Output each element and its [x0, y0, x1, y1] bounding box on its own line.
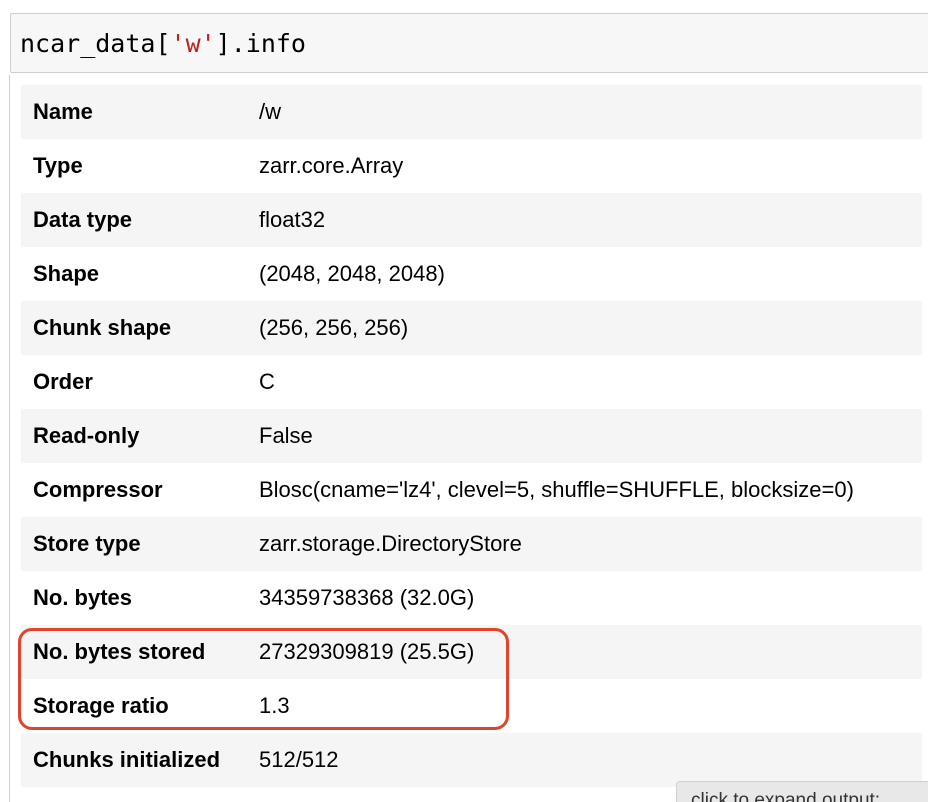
info-value: 27329309819 (25.5G) — [259, 639, 475, 664]
info-value: (256, 256, 256) — [259, 315, 409, 340]
info-label: Name — [33, 99, 93, 124]
info-value: 512/512 — [259, 747, 339, 772]
info-row-type: Type zarr.core.Array — [21, 139, 922, 193]
expand-output-button[interactable]: click to expand output; — [676, 781, 928, 802]
info-value: Blosc(cname='lz4', clevel=5, shuffle=SHU… — [259, 477, 854, 502]
array-info-table: Name /w Type zarr.core.Array Data type f… — [21, 85, 922, 787]
info-row-order: Order C — [21, 355, 922, 409]
code-prefix: ncar_data[ — [20, 29, 171, 58]
info-row-compressor: Compressor Blosc(cname='lz4', clevel=5, … — [21, 463, 922, 517]
info-value: C — [259, 369, 275, 394]
info-label: Chunk shape — [33, 315, 172, 340]
info-row-store-type: Store type zarr.storage.DirectoryStore — [21, 517, 922, 571]
output-area-border — [0, 75, 10, 802]
info-label: Shape — [33, 261, 100, 286]
info-value: 1.3 — [259, 693, 290, 718]
info-value: float32 — [259, 207, 326, 232]
info-value: zarr.core.Array — [259, 153, 404, 178]
code-suffix: ].info — [215, 29, 306, 58]
info-label: No. bytes stored — [33, 639, 206, 664]
code-input-cell[interactable]: ncar_data['w'].info — [10, 13, 928, 73]
info-row-storage-ratio: Storage ratio 1.3 — [21, 679, 922, 733]
info-label: Order — [33, 369, 93, 394]
code-line: ncar_data['w'].info — [20, 28, 306, 60]
info-label: Storage ratio — [33, 693, 169, 718]
info-label: Store type — [33, 531, 141, 556]
info-label: Compressor — [33, 477, 163, 502]
info-value: /w — [259, 99, 281, 124]
info-label: No. bytes — [33, 585, 133, 610]
info-row-no-bytes-stored: No. bytes stored 27329309819 (25.5G) — [21, 625, 922, 679]
info-row-name: Name /w — [21, 85, 922, 139]
info-row-no-bytes: No. bytes 34359738368 (32.0G) — [21, 571, 922, 625]
info-value: 34359738368 (32.0G) — [259, 585, 475, 610]
info-value: zarr.storage.DirectoryStore — [259, 531, 522, 556]
info-row-shape: Shape (2048, 2048, 2048) — [21, 247, 922, 301]
info-label: Chunks initialized — [33, 747, 221, 772]
code-string-literal: 'w' — [170, 29, 216, 58]
info-value: (2048, 2048, 2048) — [259, 261, 445, 286]
info-label: Data type — [33, 207, 133, 232]
info-row-chunk-shape: Chunk shape (256, 256, 256) — [21, 301, 922, 355]
info-row-data-type: Data type float32 — [21, 193, 922, 247]
info-label: Type — [33, 153, 83, 178]
info-row-chunks-initialized: Chunks initialized 512/512 — [21, 733, 922, 787]
info-row-read-only: Read-only False — [21, 409, 922, 463]
info-label: Read-only — [33, 423, 140, 448]
info-value: False — [259, 423, 313, 448]
